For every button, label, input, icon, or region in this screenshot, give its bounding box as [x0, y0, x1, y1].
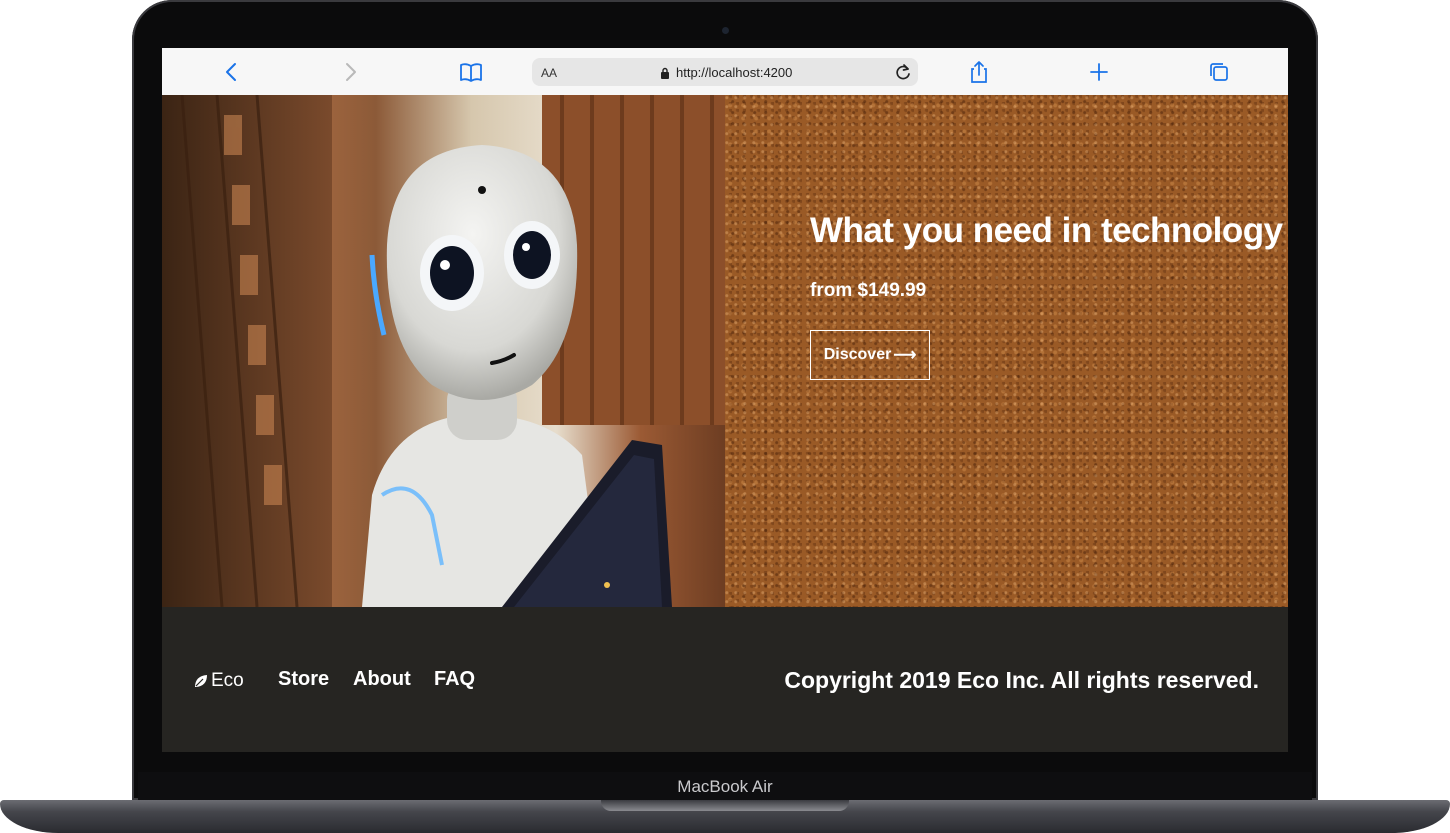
nav-link-store[interactable]: Store: [278, 668, 329, 691]
webcam: [722, 27, 729, 34]
tabs-icon[interactable]: [1205, 58, 1233, 86]
share-icon[interactable]: [965, 58, 993, 86]
bookmarks-icon[interactable]: [457, 58, 485, 86]
screen: AA http://localhost:4200 What you need i…: [162, 48, 1288, 752]
device-model-label: MacBook Air: [677, 777, 773, 796]
brand-logo[interactable]: Eco: [193, 670, 244, 692]
new-tab-icon[interactable]: [1085, 58, 1113, 86]
hero-price: from $149.99: [810, 280, 927, 301]
lock-icon: [661, 67, 669, 79]
laptop-notch: [601, 800, 849, 811]
copyright-text: Copyright 2019 Eco Inc. All rights reser…: [784, 667, 1259, 693]
discover-label: Discover: [823, 346, 892, 363]
site-footer: Eco Store About FAQ Copyright 2019 Eco I…: [162, 607, 1288, 752]
discover-button[interactable]: Discover ⟶: [810, 330, 930, 380]
nav-link-about[interactable]: About: [353, 668, 411, 691]
arrow-right-icon: ⟶: [893, 347, 917, 364]
leaf-icon: [195, 675, 207, 687]
reload-icon[interactable]: [892, 61, 914, 83]
forward-icon[interactable]: [336, 58, 364, 86]
hero-image: [162, 95, 725, 607]
url-display: http://localhost:4200: [660, 65, 792, 80]
browser-toolbar: AA http://localhost:4200: [162, 48, 1288, 96]
nav-link-faq[interactable]: FAQ: [434, 668, 475, 691]
url-text: http://localhost:4200: [676, 65, 793, 80]
hero-headline: What you need in technology: [810, 211, 1283, 250]
text-size-button[interactable]: AA: [541, 66, 557, 80]
brand-name: Eco: [211, 670, 244, 691]
hero-panel: What you need in technology from $149.99…: [725, 95, 1288, 643]
back-icon[interactable]: [218, 58, 246, 86]
robot-illustration: [162, 95, 725, 607]
address-bar[interactable]: AA http://localhost:4200: [532, 58, 918, 86]
